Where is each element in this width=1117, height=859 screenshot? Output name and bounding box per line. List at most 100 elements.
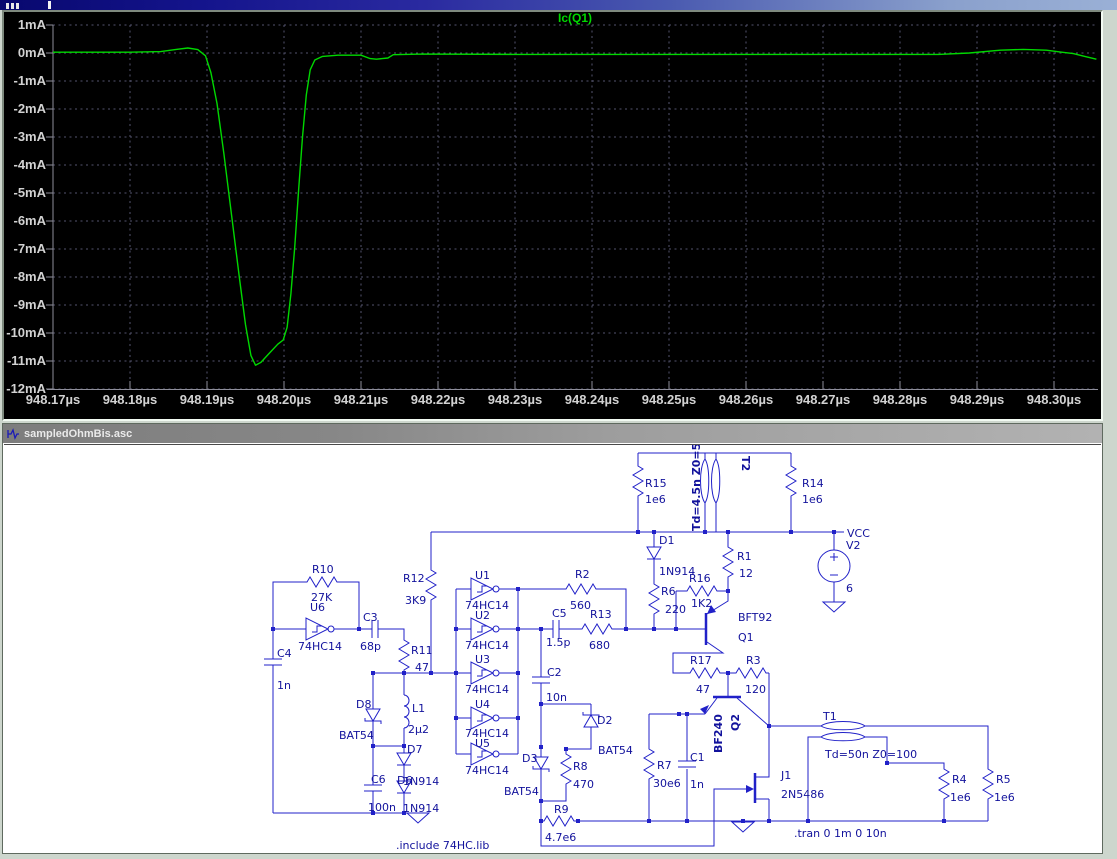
ref-label[interactable]: R8 [573, 760, 588, 773]
value-label[interactable]: 560 [570, 599, 591, 612]
value-label[interactable]: 1n [690, 778, 704, 791]
value-label[interactable]: 1e6 [950, 791, 971, 804]
value-label[interactable]: 74HC14 [465, 639, 509, 652]
component-U6[interactable]: U6 74HC14 [298, 601, 342, 653]
value-label[interactable]: 220 [665, 603, 686, 616]
component-R17[interactable]: R17 47 [686, 654, 724, 696]
ref-label[interactable]: R12 [403, 572, 425, 585]
ref-label[interactable]: C1 [690, 751, 705, 764]
component-R11[interactable]: R11 47 [398, 636, 433, 674]
value-label[interactable]: 1N914 [403, 802, 439, 815]
value-label[interactable]: BFT92 [738, 611, 772, 624]
ref-label[interactable]: R3 [746, 654, 761, 667]
component-R6[interactable]: R6 220 [648, 580, 686, 618]
component-L1[interactable]: L1 2µ2 [403, 694, 429, 736]
ref-label[interactable]: R2 [575, 568, 590, 581]
ref-label[interactable]: R6 [661, 585, 676, 598]
ref-label[interactable]: R11 [411, 644, 433, 657]
waveform-window[interactable]: Ic(Q1) 1mA 0mA -1mA -2mA -3mA -4mA -5mA … [2, 10, 1103, 421]
value-label[interactable]: BAT54 [504, 785, 539, 798]
value-label[interactable]: 2µ2 [408, 723, 429, 736]
ref-label[interactable]: C5 [552, 607, 567, 620]
ref-label[interactable]: U6 [310, 601, 325, 614]
y-axis-labels[interactable]: 1mA 0mA -1mA -2mA -3mA -4mA -5mA -6mA -7… [6, 17, 46, 396]
ref-label[interactable]: R13 [590, 608, 612, 621]
ref-label[interactable]: R15 [645, 477, 667, 490]
value-label[interactable]: BAT54 [598, 744, 633, 757]
ref-label[interactable]: R10 [312, 563, 334, 576]
schematic-window[interactable]: sampledOhmBis.asc R15 1e6 T2 Td=4.5n Z0=… [2, 423, 1103, 854]
component-T1[interactable]: T1 Td=50n Z0=100 [820, 710, 917, 761]
value-label[interactable]: 74HC14 [465, 764, 509, 777]
value-label[interactable]: 47 [415, 661, 429, 674]
value-label[interactable]: Td=50n Z0=100 [824, 748, 917, 761]
component-D2[interactable]: D2 BAT54 [582, 711, 633, 757]
value-label[interactable]: Td=4.5n Z0=50 [690, 445, 703, 531]
ref-label[interactable]: U1 [475, 569, 490, 582]
x-axis-labels[interactable]: 948.17µs 948.18µs 948.19µs 948.20µs 948.… [26, 392, 1081, 407]
ref-label[interactable]: C2 [547, 666, 562, 679]
value-label[interactable]: 6 [846, 582, 853, 595]
ref-label[interactable]: T1 [822, 710, 837, 723]
ref-label[interactable]: U3 [475, 653, 490, 666]
value-label[interactable]: 74HC14 [465, 683, 509, 696]
value-label[interactable]: 68p [360, 640, 381, 653]
value-label[interactable]: 2N5486 [781, 788, 824, 801]
value-label[interactable]: 47 [696, 683, 710, 696]
component-J1[interactable]: J1 2N5486 [746, 769, 824, 803]
ref-label[interactable]: R5 [996, 773, 1011, 786]
value-label[interactable]: 4.7e6 [545, 831, 576, 844]
value-label[interactable]: 10n [546, 691, 567, 704]
ref-label[interactable]: R1 [737, 550, 752, 563]
component-R13[interactable]: R13 680 [578, 608, 616, 652]
component-C2[interactable]: C2 10n [531, 666, 567, 704]
ref-label[interactable]: C6 [371, 773, 386, 786]
value-label[interactable]: 3K9 [405, 594, 426, 607]
component-U1[interactable]: U1 74HC14 [465, 569, 509, 612]
ref-label[interactable]: C4 [277, 647, 292, 660]
ref-label[interactable]: U5 [475, 737, 490, 750]
ref-label[interactable]: D3 [522, 752, 537, 765]
value-label[interactable]: 1e6 [994, 791, 1015, 804]
value-label[interactable]: 120 [745, 683, 766, 696]
component-R16[interactable]: R16 1K2 [683, 572, 721, 610]
value-label[interactable]: 100n [368, 801, 396, 814]
ref-label[interactable]: L1 [412, 702, 425, 715]
ref-label[interactable]: J1 [780, 769, 791, 782]
value-label[interactable]: 680 [589, 639, 610, 652]
ref-label[interactable]: C3 [363, 611, 378, 624]
value-label[interactable]: 1n [277, 679, 291, 692]
app-titlebar[interactable] [0, 0, 1117, 10]
component-U3[interactable]: U3 74HC14 [465, 653, 509, 696]
component-R2[interactable]: R2 560 [562, 568, 600, 612]
component-R9[interactable]: R9 4.7e6 [540, 803, 578, 844]
component-C6[interactable]: C6 100n [363, 773, 396, 814]
value-label[interactable]: 74HC14 [298, 640, 342, 653]
value-label[interactable]: 30e6 [653, 777, 681, 790]
component-R7[interactable]: R7 30e6 [643, 745, 681, 790]
value-label[interactable]: 1.5p [546, 636, 570, 649]
value-label[interactable]: 1e6 [645, 493, 666, 506]
component-R14[interactable]: R14 1e6 [785, 462, 824, 506]
component-C4[interactable]: C4 1n [263, 647, 292, 692]
component-C5[interactable]: C5 1.5p [546, 607, 570, 649]
value-label[interactable]: 1e6 [802, 493, 823, 506]
component-R1[interactable]: R1 12 [722, 543, 753, 581]
component-D8[interactable]: D8 BAT54 [339, 698, 382, 742]
value-label[interactable]: 1K2 [691, 597, 712, 610]
component-Q2[interactable]: BF240 Q2 [700, 695, 742, 753]
ref-label[interactable]: D2 [597, 714, 612, 727]
component-R8[interactable]: R8 470 [560, 750, 594, 791]
ref-label[interactable]: R4 [952, 773, 967, 786]
schematic-titlebar[interactable]: sampledOhmBis.asc [3, 424, 1102, 443]
trace-ic-q1[interactable] [53, 47, 1097, 366]
component-U5[interactable]: U5 74HC14 [465, 737, 509, 777]
ref-label[interactable]: R14 [802, 477, 824, 490]
value-label[interactable]: 470 [573, 778, 594, 791]
ground-symbols[interactable] [406, 601, 846, 833]
directive-include[interactable]: .include 74HC.lib [396, 839, 489, 852]
component-R12[interactable]: R12 3K9 [403, 566, 437, 607]
component-R3[interactable]: R3 120 [732, 654, 770, 696]
component-D3[interactable]: D3 BAT54 [504, 752, 550, 798]
ref-label[interactable]: D1 [659, 534, 674, 547]
